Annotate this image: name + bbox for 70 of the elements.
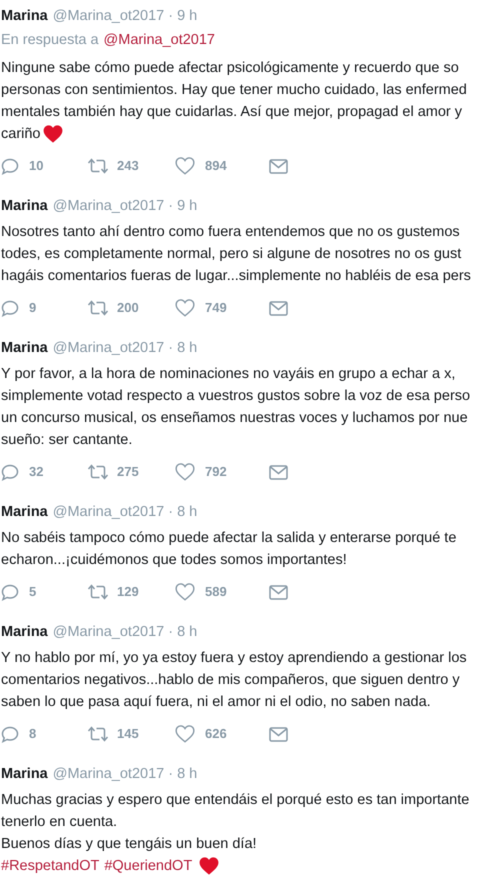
like-count: 589 (205, 583, 227, 602)
tweet-meta: @Marina_ot2017 · 9 h (52, 197, 198, 216)
hashtag-link[interactable]: #RespetandOT (1, 855, 100, 877)
heart-icon[interactable] (175, 299, 195, 317)
like-count: 749 (205, 299, 227, 318)
author-name[interactable]: Marina (1, 502, 48, 524)
retweet-count: 200 (117, 299, 139, 318)
tweet-meta: @Marina_ot2017 · 8 h (52, 503, 198, 522)
reply-label: En respuesta a (1, 31, 99, 50)
tweet-text: saben lo que pasa aquí fuera, ni el amor ni el odio, no saben nada. (1, 693, 431, 712)
envelope-icon[interactable] (269, 584, 288, 600)
retweet-icon[interactable] (87, 584, 109, 600)
reply-count: 9 (29, 299, 36, 318)
retweet-icon[interactable] (87, 300, 109, 316)
envelope-icon[interactable] (269, 726, 288, 742)
tweet-text: cariño (1, 125, 40, 144)
reply-count: 8 (29, 725, 36, 744)
retweet-count: 243 (117, 157, 139, 176)
tweet-text: todes, es completamente normal, pero si algune de nosotres no os gust (1, 245, 462, 264)
speech-bubble-icon[interactable] (1, 464, 19, 480)
reply-count: 10 (29, 157, 44, 176)
heart-icon[interactable] (175, 157, 195, 175)
tweet-text: No sabéis tampoco cómo puede afectar la salida y enterarse porqué te (1, 529, 456, 548)
retweet-count: 275 (117, 463, 139, 482)
author-name[interactable]: Marina (1, 196, 48, 218)
retweet-count: 145 (117, 725, 139, 744)
tweet-text: un concurso musical, os enseñamos nuestras voces y luchamos por nue (1, 409, 468, 428)
envelope-icon[interactable] (269, 464, 288, 480)
tweet-text: tenerlo en cuenta. (1, 813, 118, 832)
tweet-meta: @Marina_ot2017 · 8 h (52, 339, 198, 358)
tweet-text: Y no hablo por mí, yo ya estoy fuera y estoy aprendiendo a gestionar los (1, 649, 467, 668)
speech-bubble-icon[interactable] (1, 300, 19, 316)
retweet-icon[interactable] (87, 726, 109, 742)
tweet-text: Y por favor, a la hora de nominaciones no vayáis en grupo a echar a x, (1, 365, 456, 384)
retweet-icon[interactable] (87, 158, 109, 174)
retweet-icon[interactable] (87, 464, 109, 480)
tweet-text: personas con sentimientos. Hay que tener mucho cuidado, las enfermed (1, 81, 467, 100)
tweet-text: comentarios negativos...hablo de mis compañeros, que siguen dentro y (1, 671, 460, 690)
author-name[interactable]: Marina (1, 622, 48, 644)
tweet-meta: @Marina_ot2017 · 8 h (52, 623, 198, 642)
like-count: 792 (205, 463, 227, 482)
author-name[interactable]: Marina (1, 338, 48, 360)
tweet-meta: @Marina_ot2017 · 8 h (52, 765, 198, 784)
speech-bubble-icon[interactable] (1, 158, 19, 174)
heart-icon[interactable] (175, 725, 195, 743)
tweet-text: sueño: ser cantante. (1, 431, 132, 450)
tweet-text: mentales también hay que cuidarlas. Así que mejor, propagad el amor y (1, 103, 462, 122)
tweet-text: Ningune sabe cómo puede afectar psicológicamente y recuerdo que so (1, 59, 459, 78)
author-name[interactable]: Marina (1, 6, 48, 28)
speech-bubble-icon[interactable] (1, 584, 19, 600)
reply-count: 5 (29, 583, 36, 602)
retweet-count: 129 (117, 583, 139, 602)
tweet-text: simplemente votad respecto a vuestros gustos sobre la voz de esa perso (1, 387, 470, 406)
tweet-text: Muchas gracias y espero que entendáis el porqué esto es tan importante (1, 791, 470, 810)
heart-icon[interactable] (175, 583, 195, 601)
mention-link[interactable]: @Marina_ot2017 (104, 30, 216, 52)
tweet-text: Nosotres tanto ahí dentro como fuera entendemos que no os gustemos (1, 223, 460, 242)
author-name[interactable]: Marina (1, 764, 48, 786)
like-count: 894 (205, 157, 227, 176)
hashtag-link[interactable]: #QueriendOT (104, 855, 192, 877)
tweet-text: Buenos días y que tengáis un buen día! (1, 835, 257, 854)
envelope-icon[interactable] (269, 300, 288, 316)
tweet-meta: @Marina_ot2017 · 9 h (52, 7, 198, 26)
tweet-text: echaron...¡cuidémonos que todes somos importantes! (1, 551, 347, 570)
speech-bubble-icon[interactable] (1, 726, 19, 742)
reply-count: 32 (29, 463, 44, 482)
tweet-text: hagáis comentarios fueras de lugar...simplemente no habléis de esa pers (1, 267, 471, 286)
envelope-icon[interactable] (269, 158, 288, 174)
heart-icon[interactable] (175, 463, 195, 481)
like-count: 626 (205, 725, 227, 744)
